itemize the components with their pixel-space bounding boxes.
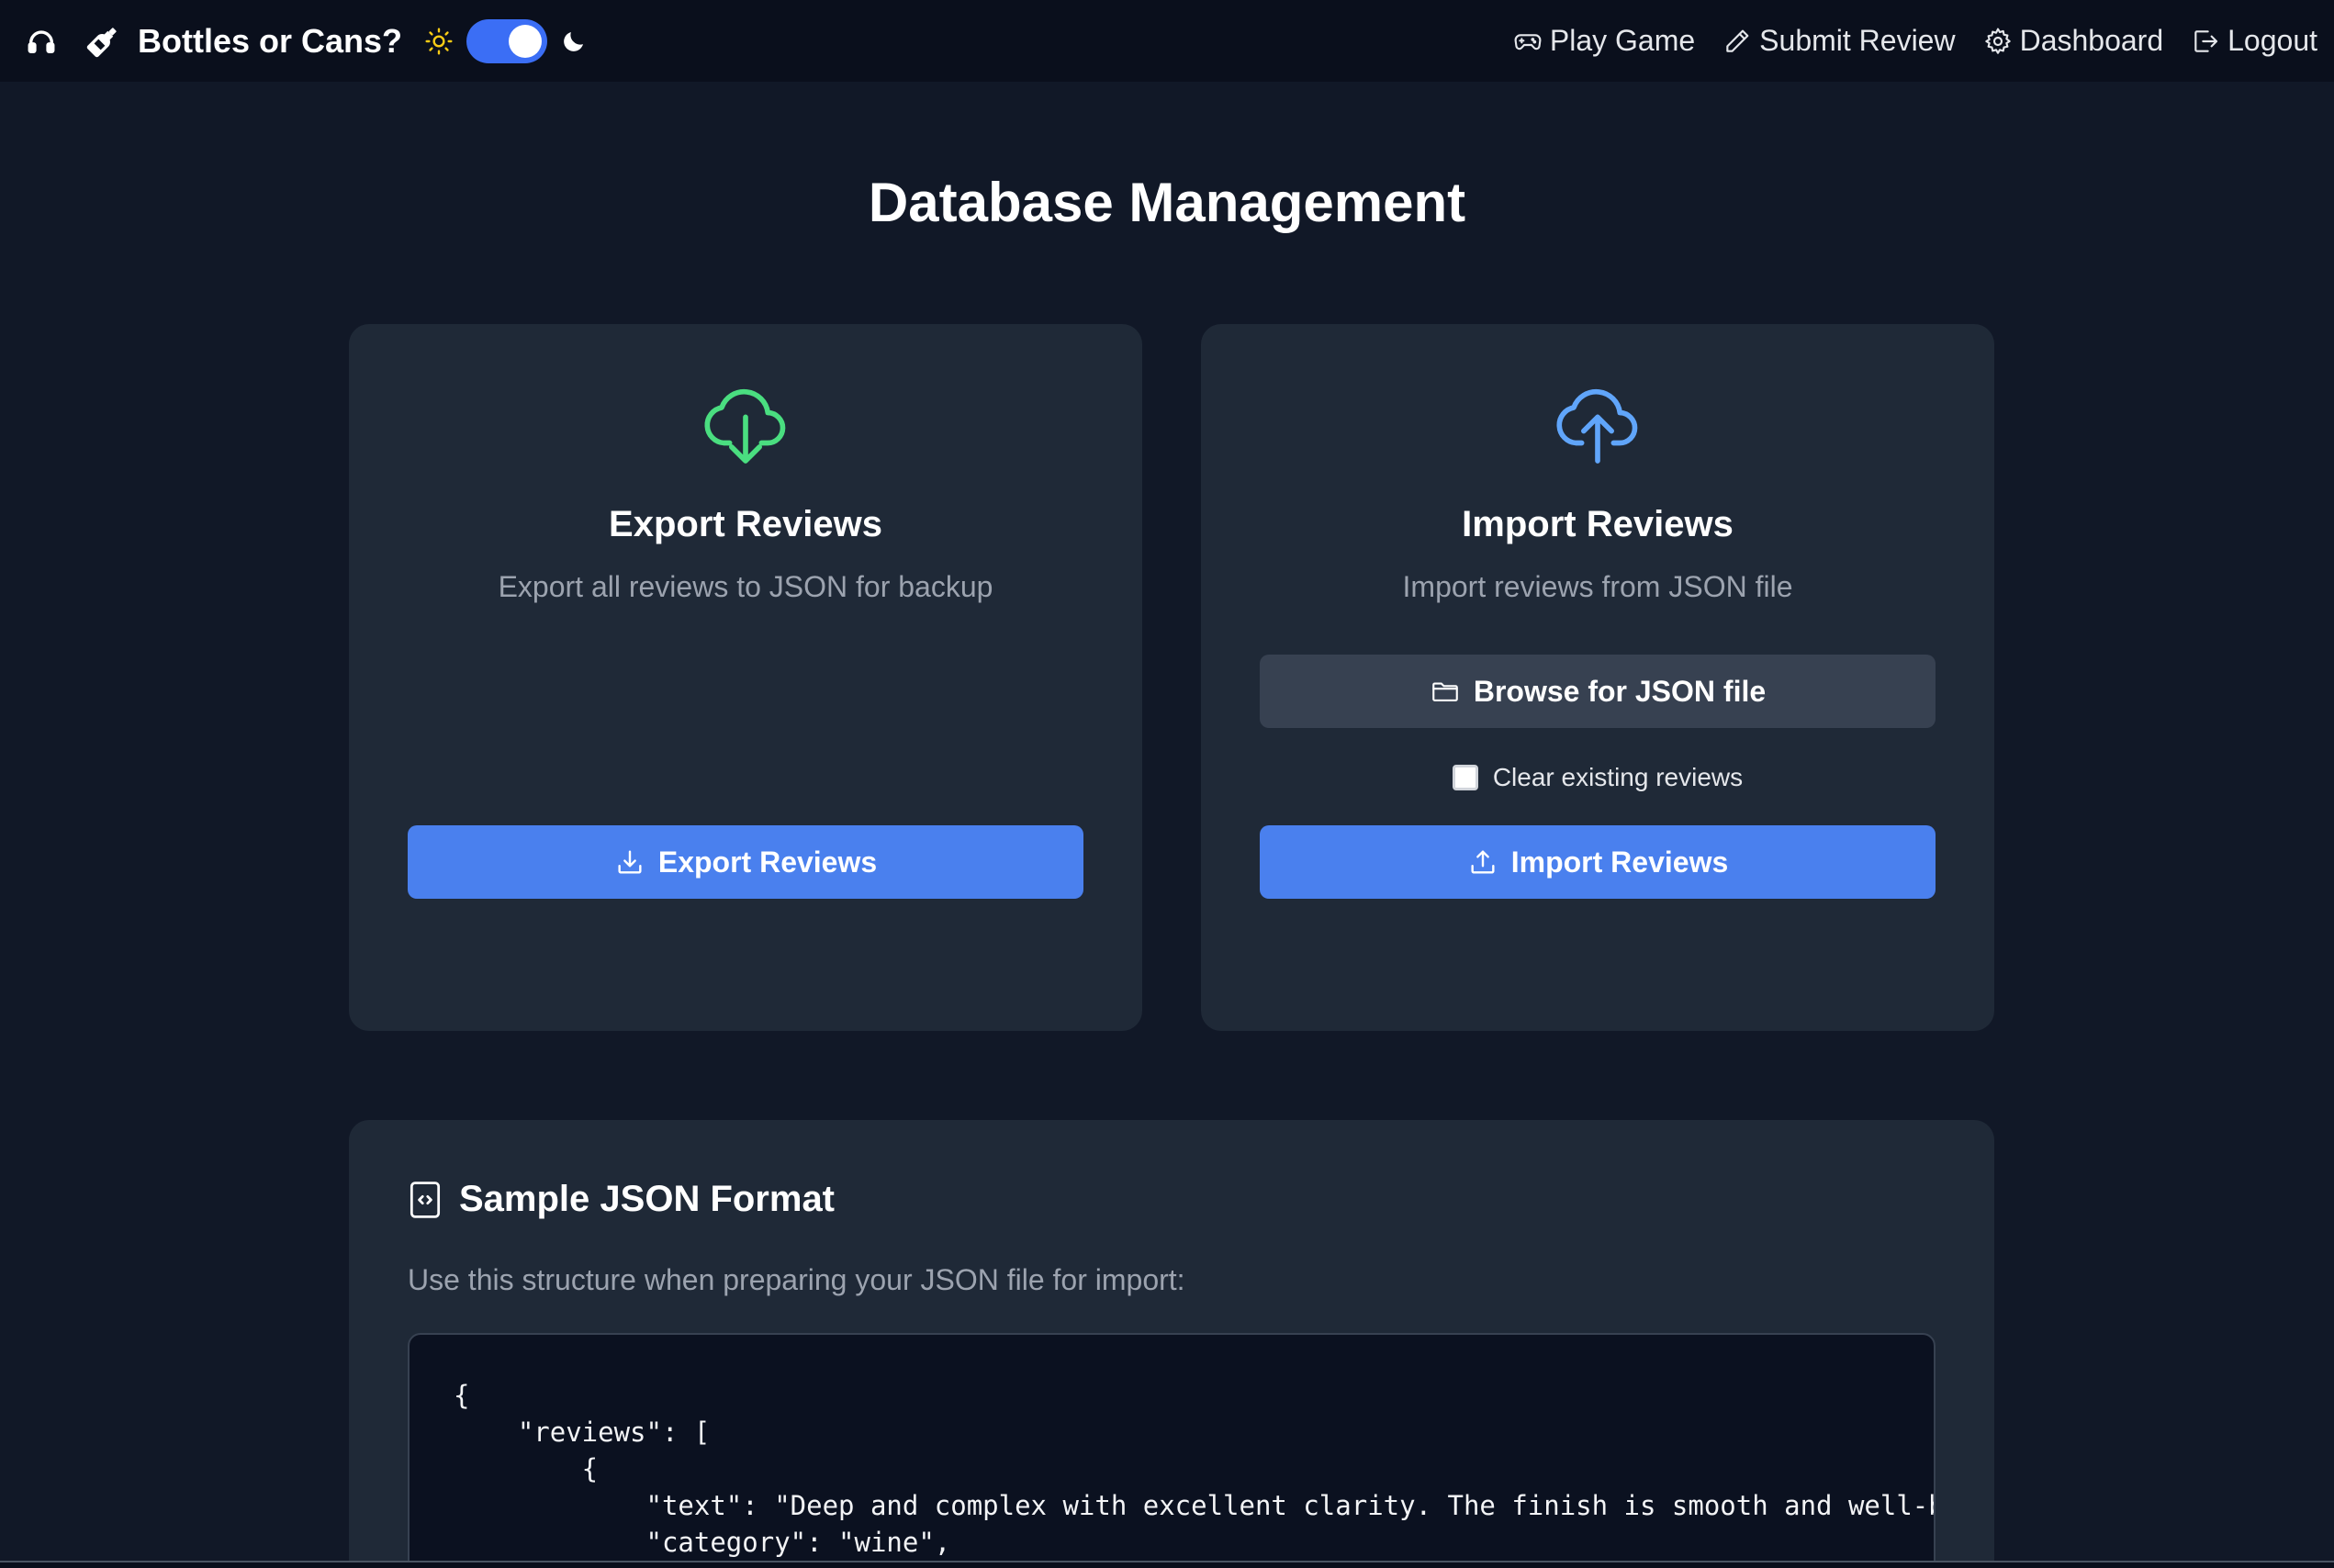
browse-json-button[interactable]: Browse for JSON file: [1260, 655, 1936, 728]
cloud-download-icon: [349, 377, 1142, 473]
moon-icon: [560, 28, 588, 55]
browse-button-label: Browse for JSON file: [1473, 674, 1767, 708]
code-line: {: [454, 1453, 599, 1484]
navbar: Bottles or Cans? Play Game Submit Review…: [0, 0, 2334, 82]
code-block: { "reviews": [ { "text": "Deep and compl…: [408, 1333, 1936, 1568]
gamepad-icon: [1513, 27, 1543, 56]
import-button-label: Import Reviews: [1510, 845, 1729, 879]
export-card-description: Export all reviews to JSON for backup: [498, 570, 993, 603]
download-icon: [614, 846, 645, 878]
code-file-icon: [408, 1180, 443, 1220]
folder-icon: [1430, 676, 1461, 707]
nav-right: Play Game Submit Review Dashboard Logout: [1486, 0, 2317, 82]
upload-icon: [1467, 846, 1498, 878]
export-button-label: Export Reviews: [657, 845, 878, 879]
sample-header: Sample JSON Format: [408, 1179, 835, 1220]
cloud-upload-icon: [1201, 377, 1994, 473]
nav-link-label: Logout: [2227, 24, 2317, 57]
clear-existing-row[interactable]: Clear existing reviews: [1201, 763, 1994, 792]
nav-link-label: Dashboard: [2019, 24, 2164, 57]
code-line: "reviews": [: [454, 1417, 711, 1448]
nav-left: Bottles or Cans?: [26, 0, 588, 82]
sample-title: Sample JSON Format: [459, 1179, 836, 1219]
import-card: Import Reviews Import reviews from JSON …: [1201, 324, 1994, 1031]
logout-icon: [2191, 27, 2220, 56]
bottom-strip: [0, 1561, 2334, 1568]
nav-link-play-game[interactable]: Play Game: [1513, 24, 1695, 58]
gear-icon: [1983, 27, 2013, 56]
toggle-knob: [509, 24, 543, 58]
import-reviews-button[interactable]: Import Reviews: [1260, 825, 1936, 899]
nav-link-submit-review[interactable]: Submit Review: [1722, 24, 1956, 58]
headphones-icon[interactable]: [26, 26, 57, 57]
import-card-title: Import Reviews: [1462, 504, 1734, 544]
nav-link-label: Submit Review: [1759, 24, 1956, 57]
export-reviews-button[interactable]: Export Reviews: [408, 825, 1083, 899]
code-line: "text": "Deep and complex with excellent…: [645, 1490, 1935, 1521]
nav-link-dashboard[interactable]: Dashboard: [1983, 24, 2164, 58]
nav-link-label: Play Game: [1549, 24, 1696, 57]
nav-link-logout[interactable]: Logout: [2191, 24, 2317, 58]
import-card-description: Import reviews from JSON file: [1402, 570, 1793, 603]
export-card-title: Export Reviews: [609, 504, 882, 544]
export-card: Export Reviews Export all reviews to JSO…: [349, 324, 1142, 1031]
theme-toggle[interactable]: [466, 18, 548, 63]
bottle-icon: [84, 23, 121, 60]
pencil-icon: [1722, 27, 1752, 56]
sample-description: Use this structure when preparing your J…: [408, 1263, 1185, 1296]
sun-icon: [424, 27, 454, 56]
clear-existing-checkbox[interactable]: [1452, 765, 1478, 790]
sample-json-card: Sample JSON Format Use this structure wh…: [349, 1120, 1994, 1568]
brand-title[interactable]: Bottles or Cans?: [138, 22, 402, 61]
clear-existing-label: Clear existing reviews: [1492, 763, 1744, 791]
code-line: "category": "wine",: [454, 1527, 951, 1558]
page-title: Database Management: [868, 172, 1466, 233]
code-line: {: [454, 1380, 470, 1411]
